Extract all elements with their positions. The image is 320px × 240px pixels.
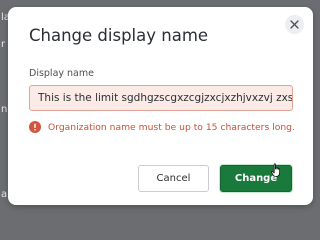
display-name-input[interactable]: This is the limit sgdhgzscgxzcgjzxcjxzhj… xyxy=(29,85,293,111)
validation-error: Organization name must be up to 15 chara… xyxy=(29,121,295,133)
backdrop-text-4: a xyxy=(1,189,8,200)
change-display-name-dialog: Change display name Display name This is… xyxy=(8,7,313,205)
close-icon xyxy=(290,20,299,29)
close-button[interactable] xyxy=(285,15,304,34)
error-message: Organization name must be up to 15 chara… xyxy=(48,121,295,133)
backdrop-text-3: n xyxy=(1,104,8,115)
hand-cursor-icon xyxy=(271,163,280,177)
cancel-button[interactable]: Cancel xyxy=(138,165,209,192)
display-name-label: Display name xyxy=(29,68,94,79)
dialog-title: Change display name xyxy=(29,26,209,45)
error-circle-icon xyxy=(29,121,41,133)
backdrop-text-2: r xyxy=(1,39,6,50)
